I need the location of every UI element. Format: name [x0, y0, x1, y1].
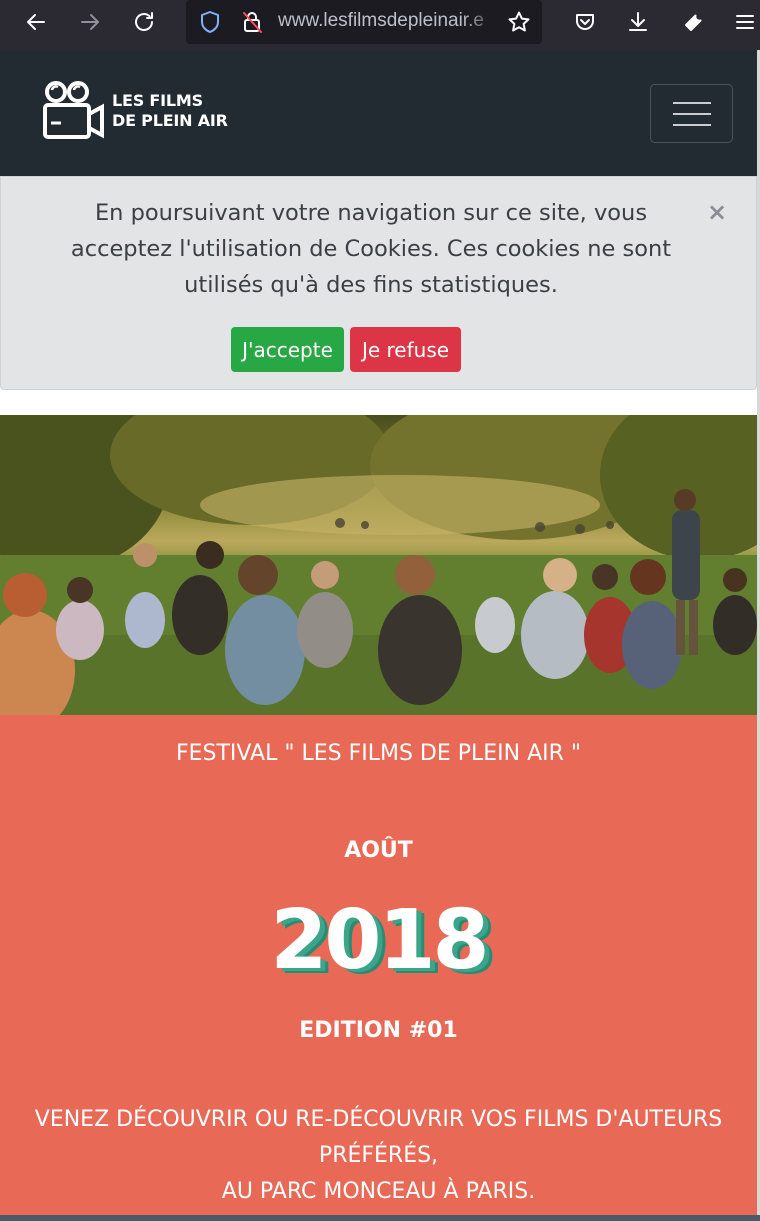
hamburger-line: [673, 113, 711, 115]
movie-camera-icon: [43, 81, 104, 139]
festival-description: VENEZ DÉCOUVRIR OU RE-DÉCOUVRIR VOS FILM…: [20, 1102, 737, 1210]
park-audience-illustration: [0, 415, 757, 715]
browser-toolbar: www.lesfilmsdepleinair.e: [0, 0, 760, 46]
festival-year: 2018: [270, 893, 489, 988]
reload-icon[interactable]: [127, 6, 161, 38]
festival-edition: EDITION #01: [299, 1018, 458, 1043]
festival-month: AOÛT: [344, 838, 413, 863]
hero-photo: [0, 415, 757, 715]
cookie-message: En poursuivant votre navigation sur ce s…: [70, 200, 672, 298]
shield-icon[interactable]: [193, 6, 227, 38]
wrench-icon[interactable]: [676, 6, 710, 38]
forward-icon[interactable]: [73, 6, 107, 38]
cookie-banner: En poursuivant votre navigation sur ce s…: [0, 176, 757, 390]
star-icon[interactable]: [502, 6, 536, 38]
hamburger-line: [673, 102, 711, 104]
festival-title: FESTIVAL " LES FILMS DE PLEIN AIR ": [175, 741, 582, 766]
pocket-icon[interactable]: [568, 6, 602, 38]
hamburger-line: [673, 124, 711, 126]
bottom-edge: [0, 1215, 760, 1221]
back-icon[interactable]: [19, 6, 53, 38]
download-icon[interactable]: [621, 6, 655, 38]
logo-line-2: DE PLEIN AIR: [112, 111, 228, 130]
logo-text: LES FILMS DE PLEIN AIR: [112, 91, 228, 131]
festival-description-line-2: AU PARC MONCEAU À PARIS.: [221, 1179, 536, 1204]
navbar-toggle-button[interactable]: [650, 84, 733, 143]
logo-line-1: LES FILMS: [112, 91, 203, 110]
refuse-cookies-button[interactable]: Je refuse: [350, 327, 461, 372]
site-logo[interactable]: LES FILMS DE PLEIN AIR: [42, 80, 228, 142]
web-page: LES FILMS DE PLEIN AIR En poursuivant vo…: [0, 50, 757, 1215]
festival-section: FESTIVAL " LES FILMS DE PLEIN AIR " AOÛT…: [0, 715, 757, 1215]
lock-off-icon[interactable]: [235, 6, 269, 38]
url-bar[interactable]: www.lesfilmsdepleinair.e: [186, 0, 542, 44]
menu-icon[interactable]: [728, 6, 760, 38]
site-navbar: LES FILMS DE PLEIN AIR: [0, 50, 757, 176]
festival-description-line-1: VENEZ DÉCOUVRIR OU RE-DÉCOUVRIR VOS FILM…: [34, 1107, 723, 1168]
accept-cookies-button[interactable]: J'accepte: [231, 327, 344, 372]
url-fade: [462, 4, 502, 40]
close-icon[interactable]: ×: [704, 199, 730, 225]
